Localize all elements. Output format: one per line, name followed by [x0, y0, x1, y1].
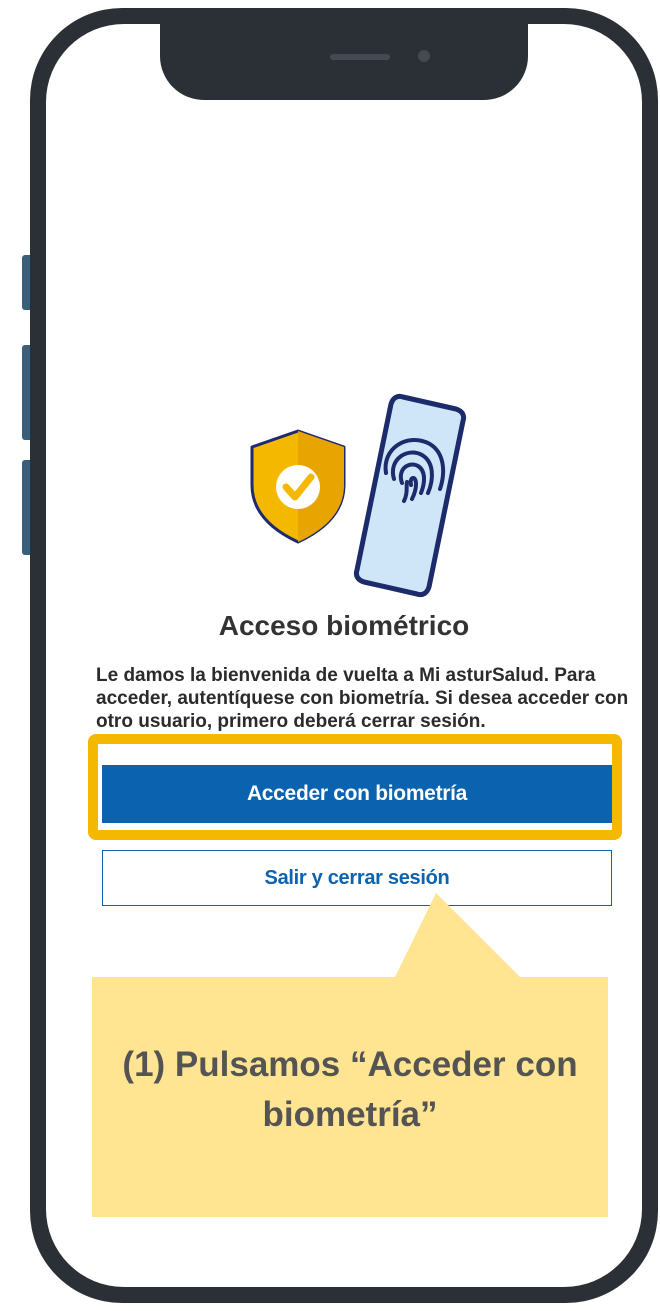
phone-fingerprint-icon: [353, 393, 467, 598]
biometric-illustration: [250, 393, 467, 598]
logout-button[interactable]: Salir y cerrar sesión: [102, 850, 612, 906]
shield-check-icon: [250, 429, 346, 544]
welcome-message: Le damos la bienvenida de vuelta a Mi as…: [96, 665, 629, 732]
tutorial-callout-text: (1) Pulsamos “Acceder con biometría”: [122, 1045, 578, 1134]
phone-notch: [160, 24, 528, 100]
biometric-login-button[interactable]: Acceder con biometría: [102, 765, 612, 823]
front-camera: [418, 50, 430, 62]
speaker-grille: [330, 54, 390, 60]
page-title: Acceso biométrico: [218, 610, 470, 641]
